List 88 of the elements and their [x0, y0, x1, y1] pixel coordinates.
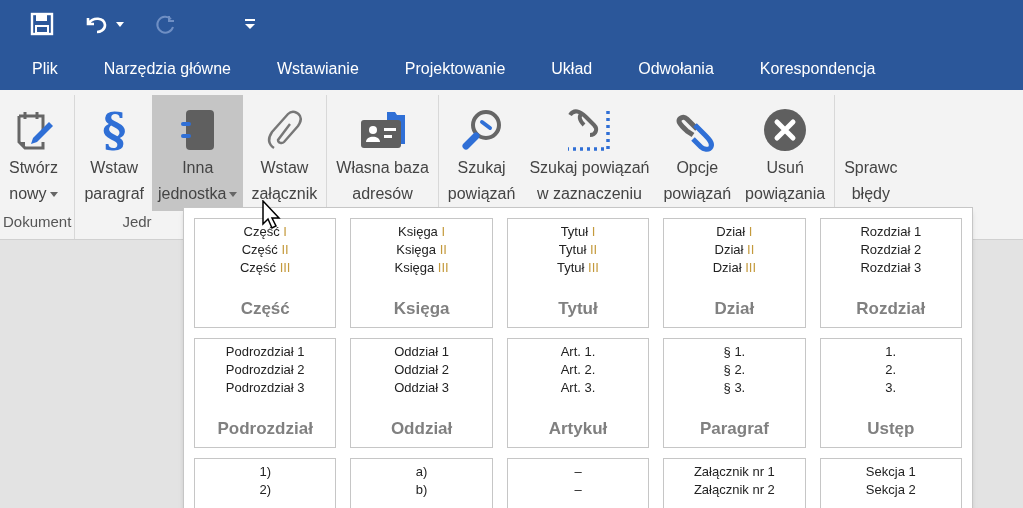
- numbering-example: Art. 1.: [560, 343, 596, 361]
- group-label: Dokument: [3, 212, 72, 232]
- numbering-example: a): [415, 463, 428, 481]
- gallery-item[interactable]: 1. 2. 3. Ustęp: [819, 338, 962, 448]
- ribbon-tab[interactable]: Plik: [32, 57, 58, 81]
- numbering-example: Księga III: [394, 259, 449, 277]
- gallery-item[interactable]: § 1. § 2. § 3. Paragraf: [663, 338, 806, 448]
- gallery-item[interactable]: 1) 2): [194, 458, 337, 508]
- ribbon-button[interactable]: Opcje powiązań: [657, 95, 738, 211]
- numbering-example: b): [415, 481, 428, 499]
- gallery-item[interactable]: a) b): [350, 458, 493, 508]
- ribbon-tab[interactable]: Wstawianie: [276, 57, 359, 81]
- numbering-example: –: [574, 463, 582, 481]
- numbering-example: 3.: [885, 379, 897, 397]
- gallery-item[interactable]: Oddział 1 Oddział 2 Oddział 3 Oddział: [350, 338, 493, 448]
- numbering-example: 1.: [885, 343, 897, 361]
- group-label: Jedr: [122, 212, 152, 232]
- numbering-example: § 3.: [723, 379, 746, 397]
- numbering-example: Podrozdział 3: [225, 379, 305, 397]
- gallery-item-label: Oddział: [390, 417, 453, 440]
- gallery-item-label: Dział: [714, 297, 755, 320]
- numbering-example: 2): [259, 481, 271, 499]
- ribbon-button[interactable]: Szukaj powiązań w zaznaczeniu: [523, 95, 656, 211]
- numbering-example: Art. 2.: [560, 361, 596, 379]
- numbering-example: Tytuł III: [557, 259, 599, 277]
- gallery-item[interactable]: Art. 1. Art. 2. Art. 3. Artykuł: [506, 338, 650, 448]
- numbering-example: Sekcja 2: [865, 481, 916, 499]
- numbering-example: 1): [259, 463, 271, 481]
- gallery-item[interactable]: Sekcja 1 Sekcja 2: [819, 458, 962, 508]
- numbering-example: Część II: [241, 241, 289, 259]
- ribbon-button[interactable]: Stwórz nowy: [3, 95, 64, 211]
- gallery-item-label: Księga: [393, 297, 450, 320]
- ribbon-button[interactable]: § Wstaw paragraf: [78, 95, 150, 211]
- ribbon-button[interactable]: Sprawc błędy: [838, 95, 904, 211]
- gallery-item[interactable]: Część I Część II Część III Część: [194, 218, 337, 328]
- ribbon-tab[interactable]: Układ: [551, 57, 593, 81]
- numbering-example: Załącznik nr 2: [693, 481, 775, 499]
- numbering-example: Dział II: [714, 241, 755, 259]
- gallery-item[interactable]: Podrozdział 1 Podrozdział 2 Podrozdział 3 Podrozdział: [194, 338, 337, 448]
- gallery-item-label: Rozdział: [856, 297, 926, 320]
- gallery-item[interactable]: Księga I Księga II Księga III Księga: [350, 218, 493, 328]
- numbering-example: § 1.: [723, 343, 746, 361]
- ribbon-button[interactable]: Szukaj powiązań: [441, 95, 522, 211]
- gallery-item[interactable]: Załącznik nr 1 Załącznik nr 2: [663, 458, 806, 508]
- numbering-example: Księga II: [396, 241, 447, 259]
- ribbon-button[interactable]: Inna jednostka: [151, 95, 244, 211]
- gallery-item[interactable]: Dział I Dział II Dział III Dział: [663, 218, 806, 328]
- gallery-item-label: Tytuł: [558, 297, 598, 320]
- gallery-item[interactable]: Rozdział 1 Rozdział 2 Rozdział 3 Rozdział: [819, 218, 962, 328]
- gallery-item-label: Paragraf: [699, 417, 769, 440]
- numbering-example: Oddział 1: [394, 343, 450, 361]
- numbering-example: Oddział 3: [394, 379, 450, 397]
- numbering-example: Rozdział 1: [860, 223, 922, 241]
- section-sign-icon: §: [102, 108, 127, 152]
- gallery-item-label: Część: [240, 297, 290, 320]
- numbering-example: Dział III: [712, 259, 757, 277]
- numbering-example: Oddział 2: [394, 361, 450, 379]
- caret-icon: [229, 191, 238, 197]
- numbering-example: Część I: [243, 223, 287, 241]
- caret-icon: [49, 191, 58, 197]
- numbering-example: Podrozdział 1: [225, 343, 305, 361]
- numbering-example: Art. 3.: [560, 379, 596, 397]
- numbering-example: Sekcja 1: [865, 463, 916, 481]
- numbering-example: Załącznik nr 1: [693, 463, 775, 481]
- numbering-example: –: [574, 481, 582, 499]
- numbering-example: Dział I: [716, 223, 753, 241]
- ribbon-tab[interactable]: Projektowanie: [404, 57, 506, 81]
- numbering-example: § 2.: [723, 361, 746, 379]
- save-icon[interactable]: [30, 12, 54, 36]
- ribbon-tab[interactable]: Odwołania: [638, 57, 714, 81]
- numbering-example: Tytuł I: [560, 223, 596, 241]
- numbering-example: Księga I: [398, 223, 446, 241]
- numbering-example: Rozdział 3: [860, 259, 922, 277]
- ribbon-tab[interactable]: Narzędzia główne: [103, 57, 231, 81]
- gallery-item-label: Podrozdział: [217, 417, 313, 440]
- ribbon-tab[interactable]: Korespondencja: [759, 57, 876, 81]
- numbering-example: 2.: [885, 361, 897, 379]
- ribbon-button[interactable]: Wstaw załącznik: [245, 95, 324, 211]
- numbering-example: Tytuł II: [558, 241, 598, 259]
- gallery-item-label: Artykuł: [548, 417, 608, 440]
- gallery-item-label: Ustęp: [867, 417, 915, 440]
- numbering-example: Podrozdział 2: [225, 361, 305, 379]
- gallery-item[interactable]: – –: [506, 458, 650, 508]
- remove-icon: [763, 108, 808, 152]
- gallery-item[interactable]: Tytuł I Tytuł II Tytuł III Tytuł: [506, 218, 650, 328]
- numbering-example: Część III: [239, 259, 291, 277]
- customize-icon[interactable]: [244, 17, 256, 31]
- numbering-example: Rozdział 2: [860, 241, 922, 259]
